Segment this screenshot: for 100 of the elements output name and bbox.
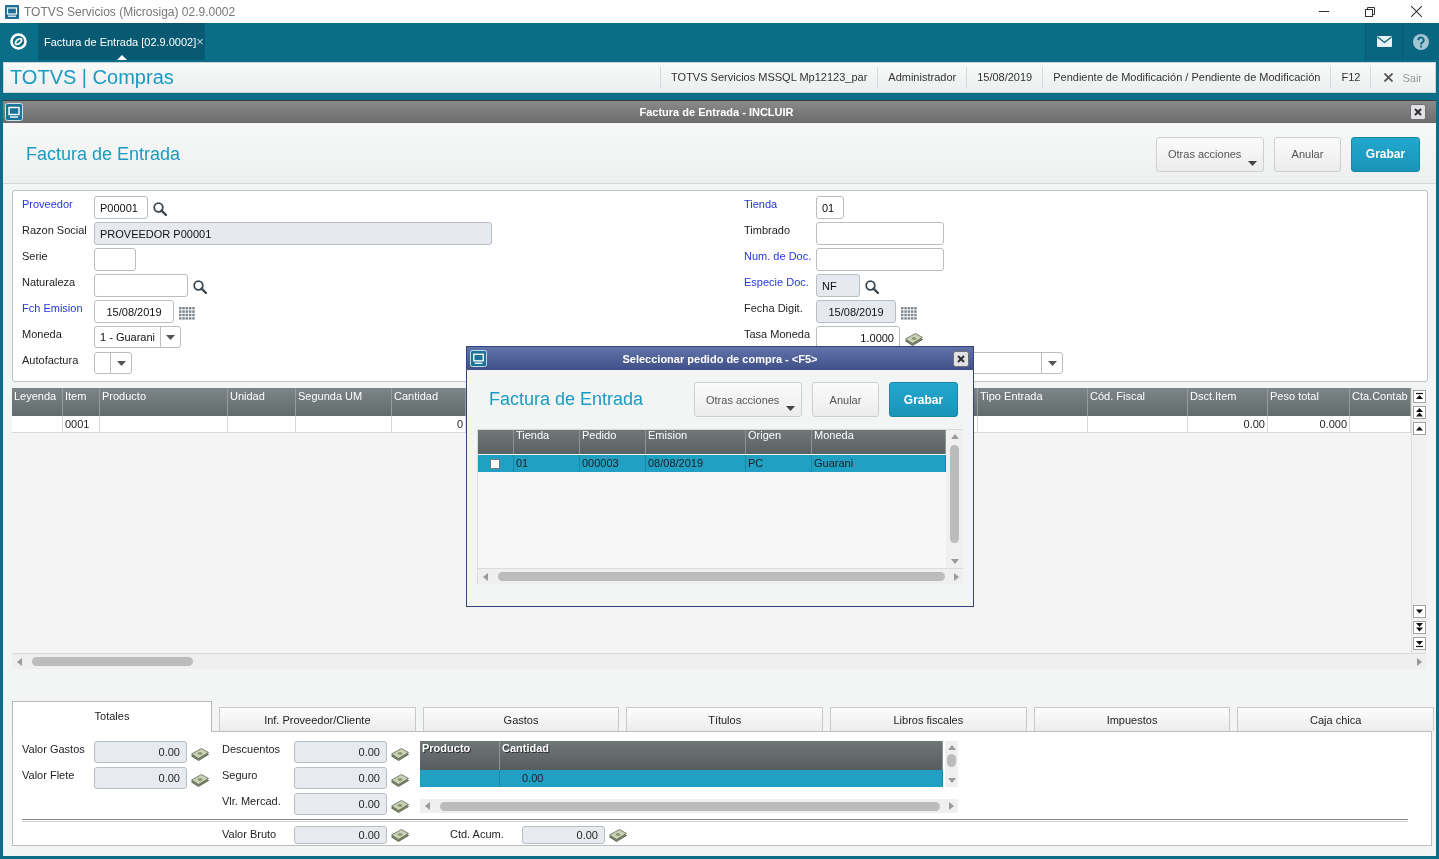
search-icon[interactable] bbox=[193, 280, 207, 294]
caret-icon bbox=[786, 406, 795, 411]
amount-field[interactable]: 0.00 bbox=[294, 826, 387, 844]
search-icon[interactable] bbox=[153, 202, 167, 216]
column-header: Emision bbox=[646, 430, 746, 454]
amount-field[interactable]: 0.00 bbox=[94, 767, 187, 789]
horizontal-scrollbar[interactable] bbox=[478, 568, 963, 584]
table-cell: PC bbox=[746, 455, 812, 472]
banknote-icon[interactable] bbox=[391, 828, 409, 842]
tab[interactable]: Títulos bbox=[626, 707, 823, 731]
double-down-icon[interactable] bbox=[1413, 621, 1426, 634]
scrollbar-thumb[interactable] bbox=[498, 572, 945, 581]
banknote-icon[interactable] bbox=[391, 799, 409, 813]
scroll-up-icon[interactable] bbox=[1413, 422, 1426, 435]
banknote-icon[interactable] bbox=[609, 828, 627, 842]
banknote-icon[interactable] bbox=[191, 747, 209, 761]
input-field[interactable]: 15/08/2019 bbox=[94, 300, 174, 323]
tab[interactable]: Gastos bbox=[422, 707, 620, 731]
help-icon bbox=[1413, 33, 1429, 50]
scroll-right-icon[interactable] bbox=[954, 572, 959, 581]
logo-icon[interactable] bbox=[10, 33, 27, 50]
header-info-text: Pendiente de Modificación / Pendiente de Modificación bbox=[1042, 67, 1331, 88]
calendar-icon[interactable] bbox=[901, 306, 917, 320]
header-info-text: Administrador bbox=[877, 67, 967, 88]
banknote-icon[interactable] bbox=[391, 747, 409, 761]
input-field[interactable]: 01 bbox=[816, 196, 844, 219]
input-field[interactable]: P00001 bbox=[94, 196, 148, 219]
window-icon bbox=[470, 350, 487, 367]
caret-icon bbox=[166, 334, 175, 340]
scroll-bottom-icon[interactable] bbox=[1413, 637, 1426, 650]
menu-button[interactable]: Otras acciones bbox=[1156, 136, 1264, 172]
caret-icon bbox=[1047, 360, 1057, 366]
table-row[interactable]: 0.00 bbox=[420, 770, 943, 787]
field-label: Num. de Doc. bbox=[744, 249, 813, 262]
field-label: Valor Bruto bbox=[222, 827, 278, 840]
scrollbar-thumb[interactable] bbox=[947, 754, 956, 767]
scroll-left-icon[interactable] bbox=[17, 657, 22, 666]
help-button[interactable] bbox=[1402, 23, 1439, 60]
input-field[interactable] bbox=[94, 274, 188, 297]
amount-field[interactable]: 0.00 bbox=[94, 741, 187, 763]
field-label: Fch Emision bbox=[22, 301, 84, 314]
restore-icon[interactable] bbox=[1365, 6, 1375, 17]
input-field[interactable] bbox=[816, 222, 944, 245]
tab-close-button[interactable]: × bbox=[196, 35, 204, 48]
dropdown-field[interactable]: 1 - Guarani bbox=[94, 326, 181, 348]
tab[interactable]: Impuestos bbox=[1033, 707, 1231, 731]
horizontal-scrollbar[interactable] bbox=[12, 653, 1426, 669]
close-icon[interactable] bbox=[1410, 6, 1422, 17]
amount-field[interactable]: 0.00 bbox=[294, 741, 387, 763]
scroll-right-icon[interactable] bbox=[1417, 657, 1422, 666]
mail-button[interactable] bbox=[1365, 23, 1402, 60]
amount-field[interactable]: 0.00 bbox=[522, 826, 605, 844]
page-heading: Factura de Entrada bbox=[489, 389, 644, 410]
app-title: TOTVS | Compras bbox=[10, 66, 174, 89]
tab[interactable]: Totales bbox=[12, 701, 212, 732]
scroll-left-icon[interactable] bbox=[483, 572, 488, 581]
scroll-down-icon[interactable] bbox=[1413, 605, 1426, 618]
mail-icon bbox=[1376, 36, 1392, 47]
vertical-scrollbar[interactable] bbox=[946, 430, 963, 568]
scrollbar-thumb[interactable] bbox=[32, 657, 193, 666]
menu-button[interactable]: Otras acciones bbox=[694, 382, 802, 417]
close-icon[interactable] bbox=[953, 350, 969, 367]
caret-icon bbox=[1248, 160, 1257, 166]
scroll-right-icon[interactable] bbox=[949, 802, 954, 810]
banknote-icon[interactable] bbox=[905, 332, 923, 346]
tab[interactable]: Caja chica bbox=[1237, 707, 1435, 731]
input-field[interactable] bbox=[94, 248, 136, 271]
calendar-icon[interactable] bbox=[179, 306, 195, 320]
column-header: Tienda bbox=[514, 430, 580, 454]
app-icon bbox=[5, 4, 19, 19]
tab[interactable]: Libros fiscales bbox=[830, 707, 1027, 731]
close-icon[interactable] bbox=[1410, 104, 1426, 120]
table-cell: 0.00 bbox=[1188, 416, 1268, 432]
field-label: Tasa Moneda bbox=[744, 327, 812, 340]
scrollbar-thumb[interactable] bbox=[440, 801, 940, 811]
double-up-icon[interactable] bbox=[1413, 406, 1426, 419]
header-info-text: 15/08/2019 bbox=[966, 67, 1043, 88]
search-icon[interactable] bbox=[865, 280, 879, 294]
amount-field[interactable]: 0.00 bbox=[294, 767, 387, 789]
checkbox[interactable] bbox=[489, 458, 500, 469]
scrollbar-thumb[interactable] bbox=[950, 445, 959, 543]
scroll-left-icon[interactable] bbox=[425, 802, 430, 810]
input-field[interactable] bbox=[816, 248, 944, 271]
banknote-icon[interactable] bbox=[191, 773, 209, 787]
field-label: Tienda bbox=[744, 197, 779, 210]
header-info-text: TOTVS Servicios MSSQL Mp12123_par bbox=[660, 67, 878, 88]
cancel-button[interactable]: Anular bbox=[1274, 136, 1341, 172]
horizontal-scrollbar[interactable] bbox=[420, 799, 958, 813]
tab[interactable]: Inf. Proveedor/Cliente bbox=[219, 707, 416, 731]
app-tab[interactable]: Factura de Entrada [02.9.0002]× bbox=[38, 23, 205, 60]
header-info-text: F12 bbox=[1330, 67, 1371, 88]
scroll-top-icon[interactable] bbox=[1413, 390, 1426, 403]
vertical-scrollbar[interactable] bbox=[945, 741, 958, 787]
cancel-button[interactable]: Anular bbox=[812, 382, 879, 417]
banknote-icon[interactable] bbox=[391, 773, 409, 787]
field-label: Fecha Digit. bbox=[744, 301, 804, 314]
table-row[interactable]: 01 000003 08/08/2019 PC Guarani bbox=[478, 455, 946, 472]
amount-field[interactable]: 0.00 bbox=[294, 793, 387, 815]
field-label: Autofactura bbox=[22, 353, 80, 366]
dropdown-field[interactable] bbox=[94, 352, 132, 374]
